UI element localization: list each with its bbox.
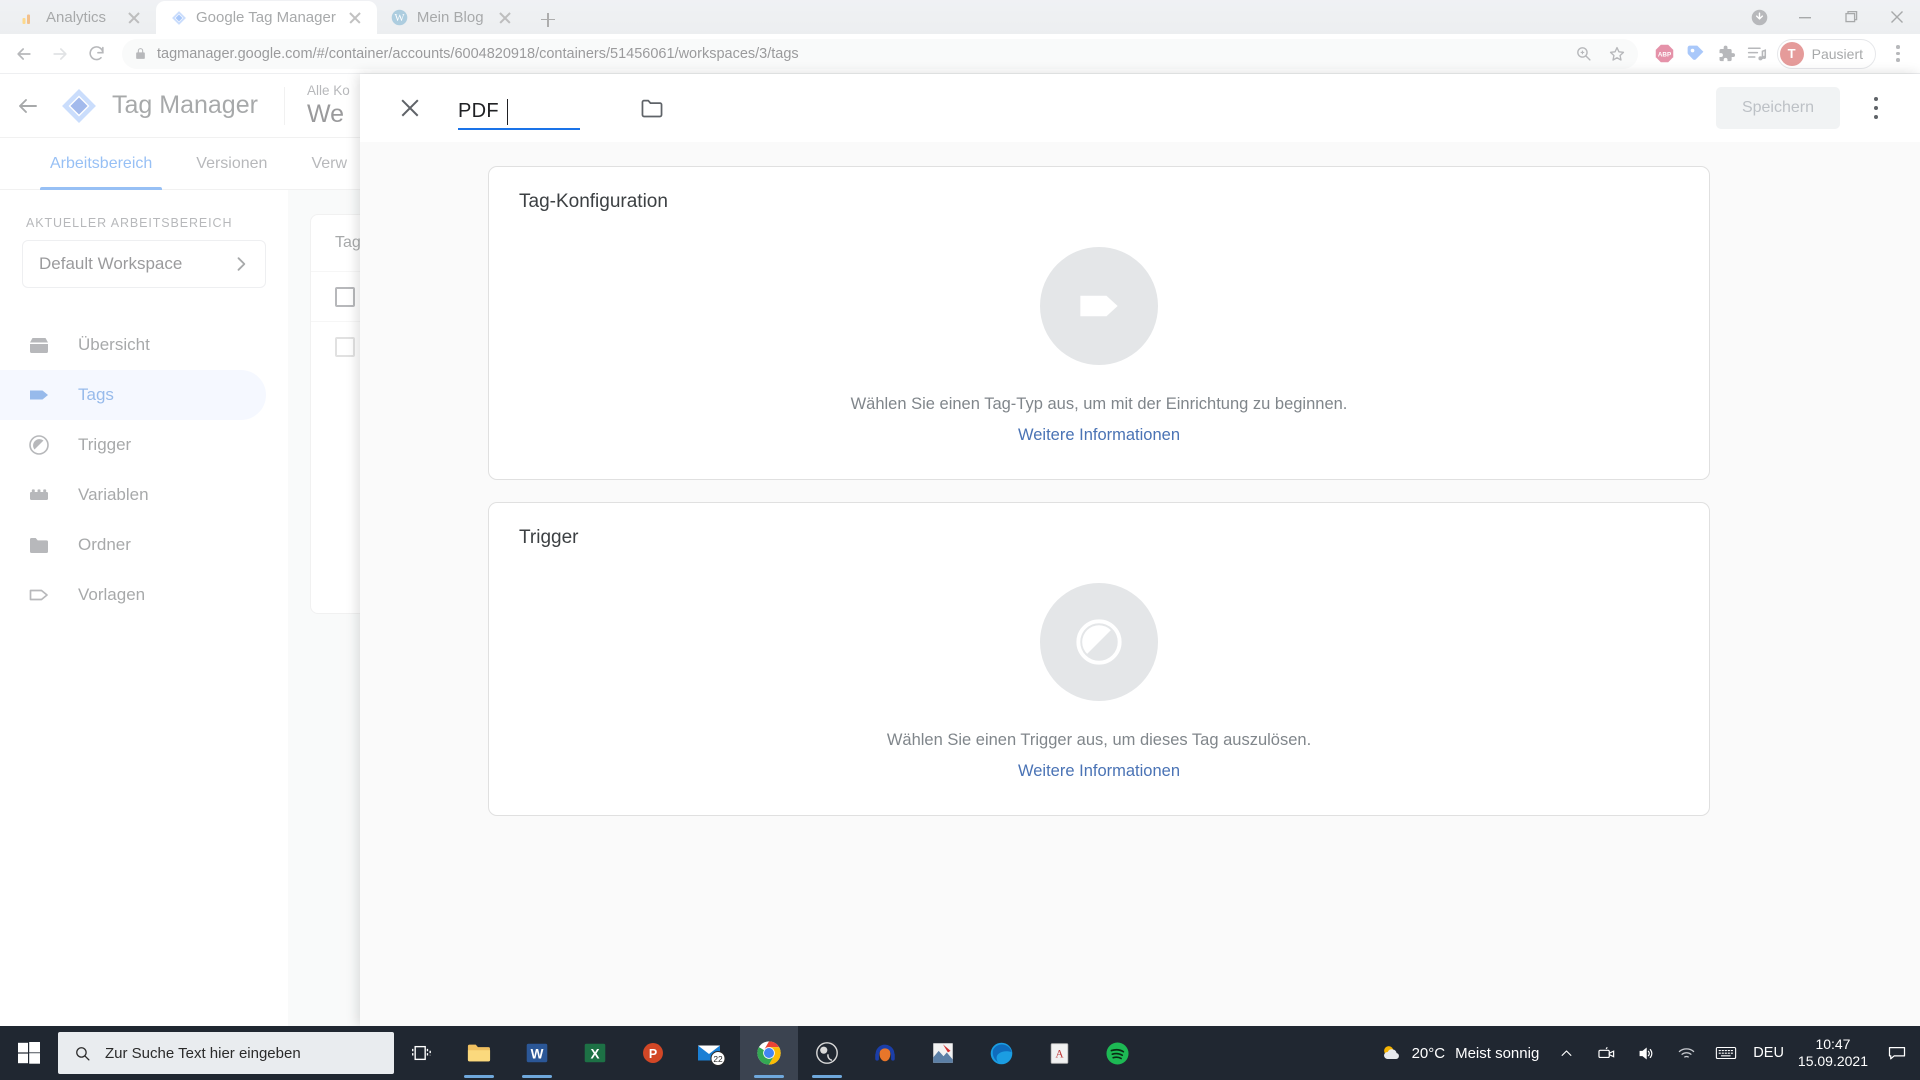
file-explorer-icon[interactable] [450,1026,508,1080]
spotify-icon[interactable] [1088,1026,1146,1080]
show-hidden-icons-chevron[interactable] [1553,1040,1579,1066]
mail-icon[interactable]: 22 [682,1026,740,1080]
excel-icon[interactable]: X [566,1026,624,1080]
browser-window: Analytics Google Tag Manager W Mei [0,0,1920,1080]
svg-text:A: A [1055,1048,1064,1060]
taskbar-apps: W X P 22 A [450,1026,1146,1080]
clock-time: 10:47 [1815,1036,1851,1052]
more-options-icon[interactable] [1854,86,1898,130]
svg-text:P: P [649,1047,657,1061]
system-tray: 20°C Meist sonnig DEU 10:47 15.09.2021 [1380,1026,1920,1080]
start-icon[interactable] [0,1026,58,1080]
close-icon[interactable] [388,86,432,130]
folder-icon[interactable] [632,88,672,128]
modal-header: PDF Speichern [360,74,1920,142]
notification-icon[interactable] [1882,1026,1912,1080]
audacity-icon[interactable] [856,1026,914,1080]
save-button[interactable]: Speichern [1715,87,1840,129]
trigger-card[interactable]: Trigger Wählen Sie einen Trigger aus, um… [488,502,1710,816]
keyboard-icon[interactable] [1713,1040,1739,1066]
learn-more-link[interactable]: Weitere Informationen [1018,762,1180,781]
weather-icon [1380,1042,1402,1064]
wifi-icon[interactable] [1673,1040,1699,1066]
chrome-icon[interactable] [740,1026,798,1080]
text-caret [506,99,509,125]
learn-more-link[interactable]: Weitere Informationen [1018,426,1180,445]
clock[interactable]: 10:47 15.09.2021 [1798,1036,1868,1070]
weather-widget[interactable]: 20°C Meist sonnig [1380,1042,1540,1064]
empty-state-text: Wählen Sie einen Tag-Typ aus, um mit der… [850,395,1348,413]
svg-text:X: X [590,1046,599,1061]
obs-icon[interactable] [798,1026,856,1080]
mail-badge-count: 22 [713,1054,723,1064]
tag-editor-modal: PDF Speichern Tag-Konfiguration Wählen S… [360,74,1920,1026]
input-focus-underline [458,128,580,130]
tag-name-value: PDF [458,100,499,122]
trigger-shape-icon [1040,583,1158,701]
taskbar-search-input[interactable]: Zur Suche Text hier eingeben [58,1032,394,1074]
acrobat-icon[interactable]: A [1030,1026,1088,1080]
modal-body: Tag-Konfiguration Wählen Sie einen Tag-T… [360,142,1920,1026]
empty-state: Wählen Sie einen Trigger aus, um dieses … [489,549,1709,815]
task-view-icon[interactable] [394,1026,450,1080]
powerpoint-icon[interactable]: P [624,1026,682,1080]
svg-text:W: W [531,1046,544,1061]
card-title: Tag-Konfiguration [519,191,668,212]
card-title: Trigger [519,527,579,548]
snagit-icon[interactable] [914,1026,972,1080]
edge-icon[interactable] [972,1026,1030,1080]
search-icon [74,1045,91,1062]
weather-temperature: 20°C [1411,1044,1446,1062]
clock-date: 15.09.2021 [1797,1053,1868,1069]
tag-shape-icon [1040,247,1158,365]
tag-configuration-card[interactable]: Tag-Konfiguration Wählen Sie einen Tag-T… [488,166,1710,480]
weather-description: Meist sonnig [1455,1044,1540,1062]
volume-icon[interactable] [1633,1040,1659,1066]
language-indicator[interactable]: DEU [1753,1045,1784,1061]
word-icon[interactable]: W [508,1026,566,1080]
tag-name-input[interactable]: PDF [458,86,580,130]
camera-icon[interactable] [1593,1040,1619,1066]
taskbar-search-placeholder: Zur Suche Text hier eingeben [105,1044,301,1062]
windows-taskbar: Zur Suche Text hier eingeben W X P 22 A … [0,1026,1920,1080]
empty-state-text: Wählen Sie einen Trigger aus, um dieses … [886,731,1312,749]
empty-state: Wählen Sie einen Tag-Typ aus, um mit der… [489,213,1709,479]
